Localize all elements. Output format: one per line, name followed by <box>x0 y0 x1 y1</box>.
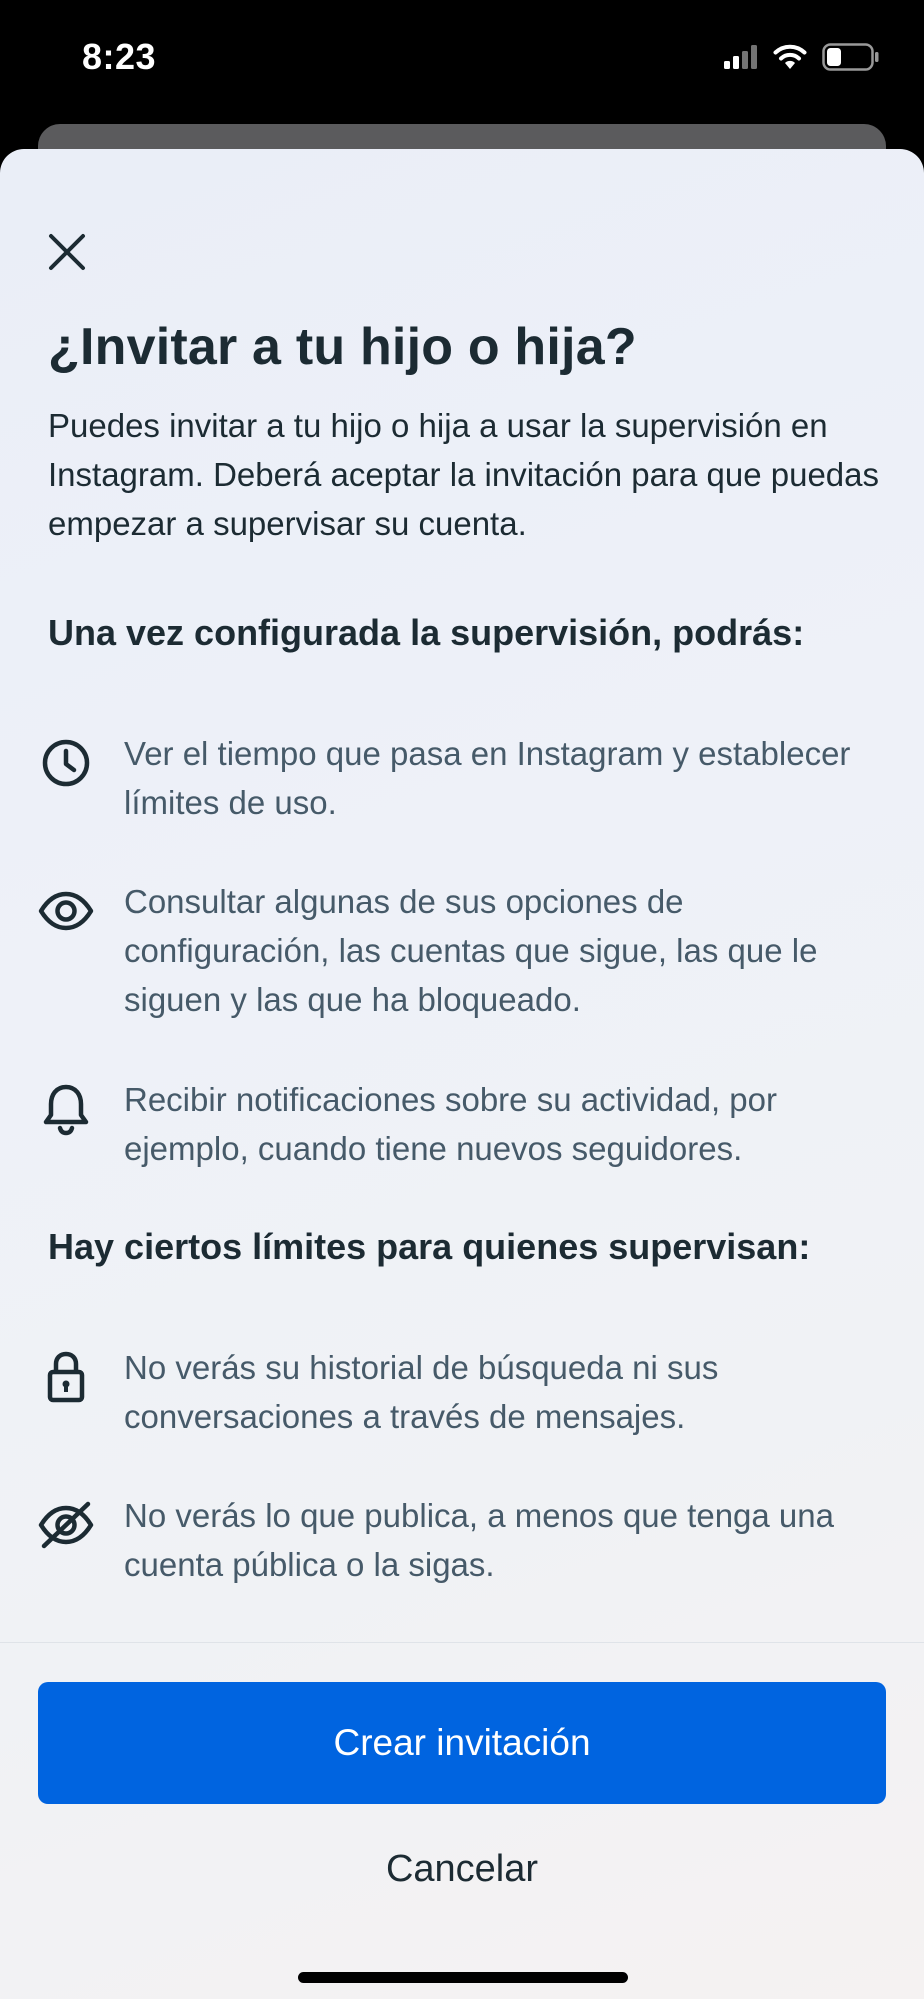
list-item-text: No verás su historial de búsqueda ni sus… <box>124 1349 719 1435</box>
list-item-text: Consultar algunas de sus opciones de con… <box>124 883 818 1018</box>
status-icons <box>724 42 880 76</box>
wifi-icon <box>772 43 808 76</box>
create-invitation-button[interactable]: Crear invitación <box>38 1682 886 1804</box>
list-item-settings: Consultar algunas de sus opciones de con… <box>36 877 896 1024</box>
list-item-notifications: Recibir notificaciones sobre su activida… <box>36 1075 896 1173</box>
page-title: ¿Invitar a tu hijo o hija? <box>48 318 637 376</box>
list-item-text: No verás lo que publica, a menos que ten… <box>124 1497 834 1583</box>
close-button[interactable] <box>40 225 94 279</box>
list-item-posts: No verás lo que publica, a menos que ten… <box>36 1491 896 1589</box>
clock-icon <box>36 733 96 793</box>
intro-text: Puedes invitar a tu hijo o hija a usar l… <box>48 407 880 542</box>
list-item-text: Ver el tiempo que pasa en Instagram y es… <box>124 735 851 821</box>
status-time: 8:23 <box>82 36 157 77</box>
lock-icon <box>36 1347 96 1407</box>
list-item-time: Ver el tiempo que pasa en Instagram y es… <box>36 729 896 827</box>
home-indicator <box>298 1972 628 1983</box>
eye-icon <box>36 881 96 941</box>
battery-icon <box>822 42 880 76</box>
cellular-signal-icon <box>724 44 758 74</box>
list-item-search-history: No verás su historial de búsqueda ni sus… <box>36 1343 896 1441</box>
invite-sheet: ¿Invitar a tu hijo o hija? Puedes invita… <box>0 149 924 1999</box>
section-heading-limits: Hay ciertos límites para quienes supervi… <box>48 1226 811 1267</box>
bell-icon <box>36 1079 96 1139</box>
status-bar: 8:23 <box>0 0 924 120</box>
list-item-text: Recibir notificaciones sobre su activida… <box>124 1081 777 1167</box>
cancel-button[interactable]: Cancelar <box>38 1819 886 1919</box>
eye-off-icon <box>36 1495 96 1555</box>
close-icon <box>49 234 85 270</box>
divider <box>0 1642 924 1643</box>
section-heading-capabilities: Una vez configurada la supervisión, podr… <box>48 612 805 653</box>
